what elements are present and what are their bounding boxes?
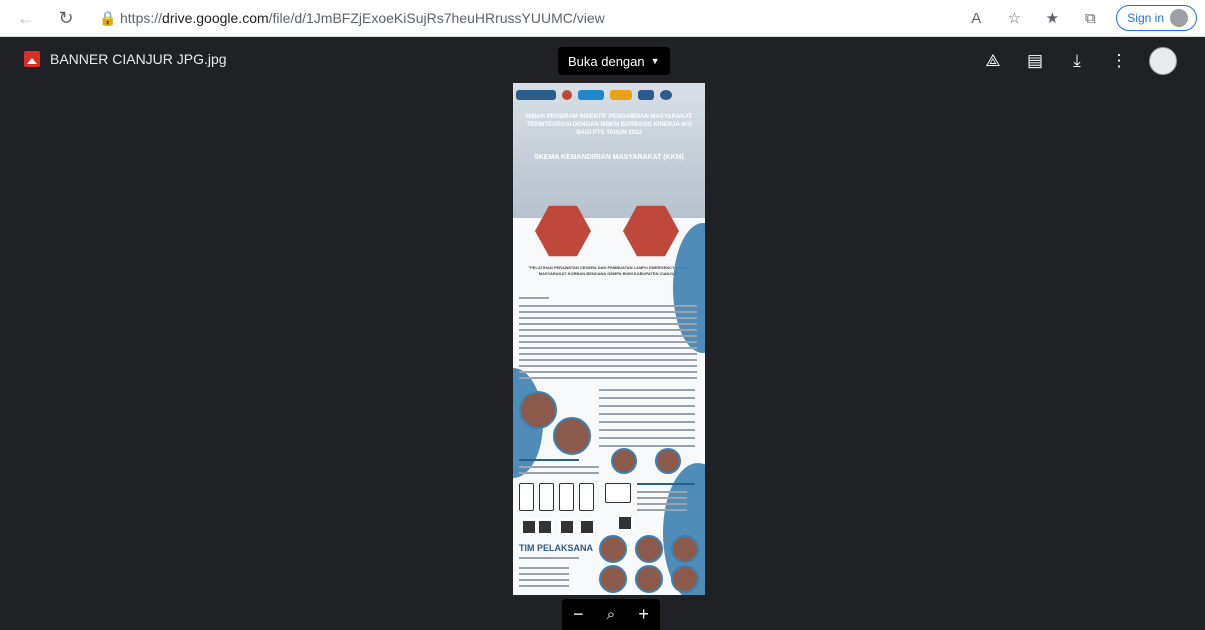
poster-photo-circle <box>599 565 627 593</box>
drive-file-viewer: BANNER CIANJUR JPG.jpg Buka dengan ▼ ⟁ ▤… <box>0 37 1205 630</box>
file-title: BANNER CIANJUR JPG.jpg <box>24 51 227 67</box>
zoom-reset-icon[interactable]: ⌕ <box>599 603 623 627</box>
address-bar[interactable]: 🔒 https://drive.google.com/file/d/1JmBFZ… <box>90 4 970 32</box>
account-avatar[interactable] <box>1149 47 1177 75</box>
favorites-icon[interactable]: ★ <box>1040 6 1064 30</box>
poster-photo-circle <box>553 417 591 455</box>
image-file-icon <box>24 51 40 67</box>
poster-header-area: HIBAH PROGRAM INSENTIF PENGABDIAN MASYAR… <box>513 83 705 218</box>
read-aloud-icon[interactable]: A <box>964 6 988 30</box>
profile-avatar-icon <box>1170 9 1188 27</box>
reload-icon[interactable]: ↻ <box>54 6 78 30</box>
poster-photo-circle <box>671 565 699 593</box>
poster-photo-circle <box>635 565 663 593</box>
zoom-out-button[interactable]: − <box>566 603 590 627</box>
zoom-in-button[interactable]: + <box>632 603 656 627</box>
url-text: https://drive.google.com/file/d/1JmBFZjE… <box>120 10 605 26</box>
poster-photo-circle <box>599 535 627 563</box>
poster-decoration <box>673 223 705 353</box>
zoom-controls: − ⌕ + <box>562 599 660 630</box>
open-with-button[interactable]: Buka dengan ▼ <box>558 47 670 75</box>
add-to-drive-icon[interactable]: ⟁ <box>981 49 1005 73</box>
download-icon[interactable]: ⤓ <box>1065 49 1089 73</box>
dropdown-arrow-icon: ▼ <box>650 56 660 66</box>
file-name: BANNER CIANJUR JPG.jpg <box>50 51 227 67</box>
sign-in-button[interactable]: Sign in <box>1116 5 1197 31</box>
print-icon[interactable]: ▤ <box>1023 49 1047 73</box>
poster-title: HIBAH PROGRAM INSENTIF PENGABDIAN MASYAR… <box>525 114 693 136</box>
collections-icon[interactable]: ⧉ <box>1078 6 1102 30</box>
add-favorite-icon[interactable]: ☆ <box>1002 6 1026 30</box>
poster-photo-circle <box>655 448 681 474</box>
poster-photo-circle <box>519 391 557 429</box>
more-icon[interactable]: ⋮ <box>1107 49 1131 73</box>
sign-in-label: Sign in <box>1127 11 1164 25</box>
poster-logos <box>516 87 702 103</box>
image-preview[interactable]: HIBAH PROGRAM INSENTIF PENGABDIAN MASYAR… <box>513 83 705 595</box>
poster-photo-circle <box>611 448 637 474</box>
open-with-label: Buka dengan <box>568 53 645 69</box>
browser-toolbar: ← ↻ 🔒 https://drive.google.com/file/d/1J… <box>0 0 1205 37</box>
poster-team-label: TIM PELAKSANA <box>519 543 593 553</box>
poster-photo-circle <box>671 535 699 563</box>
poster-photo-circle <box>635 535 663 563</box>
back-arrow-icon[interactable]: ← <box>14 6 38 30</box>
poster-scheme: SKEMA KEMANDIRIAN MASYARAKAT (KKM) <box>534 154 684 161</box>
page-info-icon[interactable]: 🔒 <box>96 10 120 27</box>
